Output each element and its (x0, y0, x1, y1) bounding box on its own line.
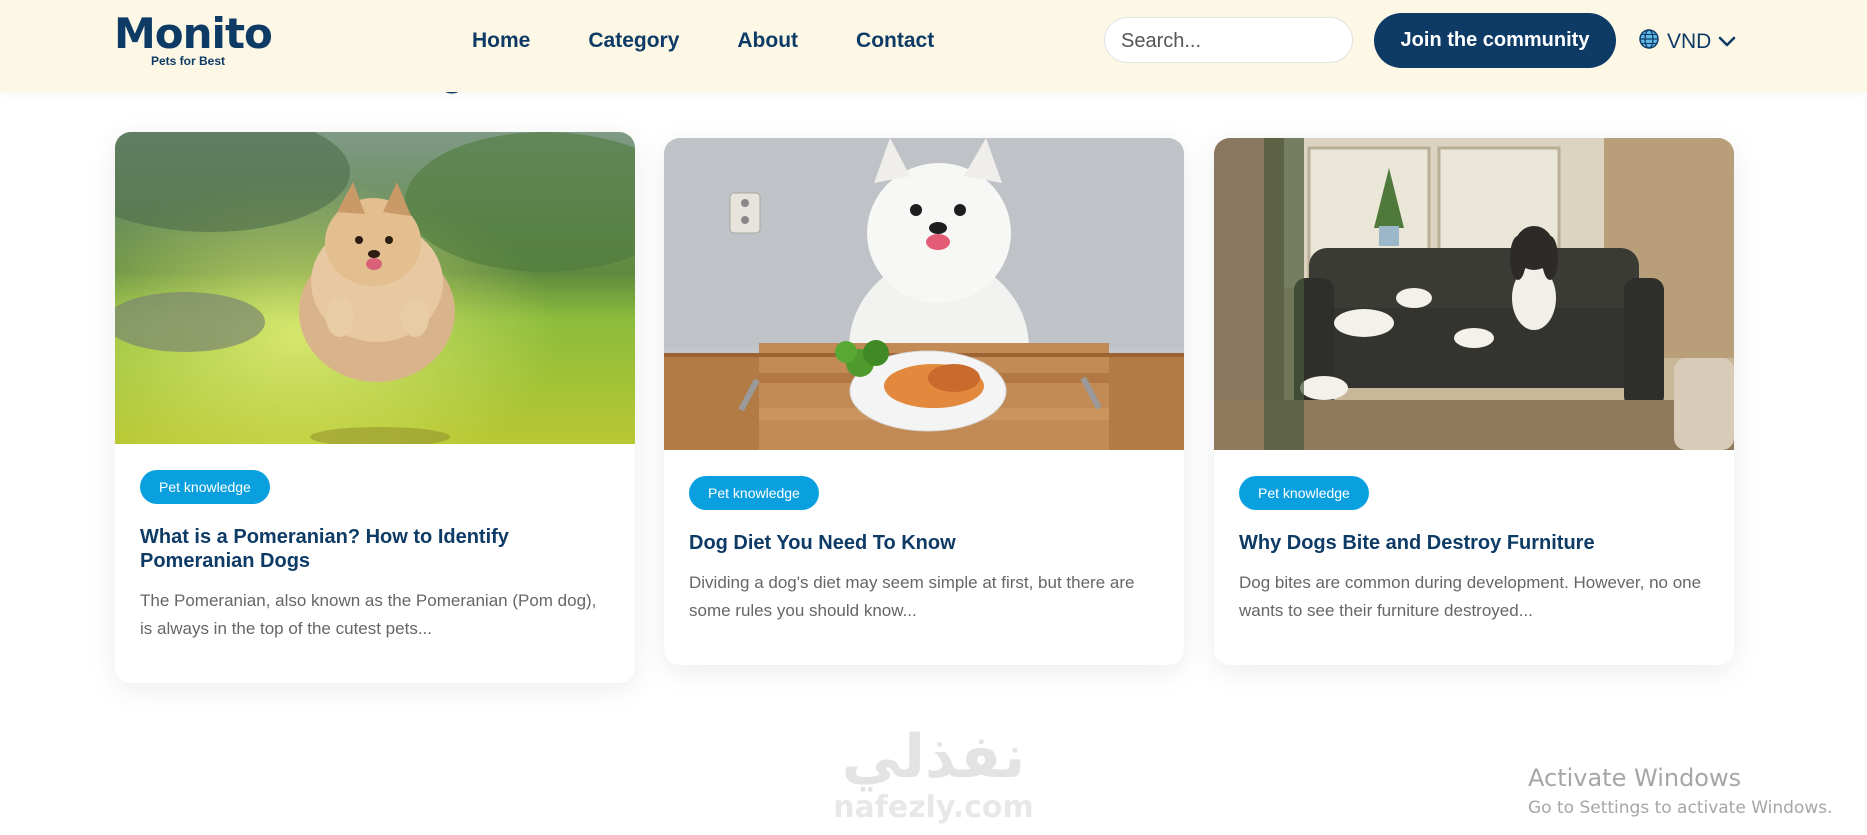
nav-home[interactable]: Home (472, 28, 530, 54)
article-tag[interactable]: Pet knowledge (1239, 476, 1369, 510)
search-box (1104, 17, 1353, 64)
chevron-down-icon (1718, 30, 1736, 54)
article-title[interactable]: What is a Pomeranian? How to Identify Po… (140, 525, 610, 573)
logo-wordmark: Monito (114, 9, 273, 58)
logo-tagline: Pets for Best (151, 54, 226, 68)
article-card[interactable]: Pet knowledge Why Dogs Bite and Destroy … (1214, 138, 1734, 665)
nav-contact[interactable]: Contact (856, 28, 934, 54)
main-nav: Home Category About Contact (472, 28, 934, 54)
activate-windows-subtitle: Go to Settings to activate Windows. (1528, 798, 1833, 818)
article-image-pomeranian (115, 132, 635, 444)
currency-label: VND (1667, 30, 1712, 53)
article-card[interactable]: Pet knowledge Dog Diet You Need To Know … (664, 138, 1184, 665)
nav-category[interactable]: Category (588, 28, 679, 54)
search-input[interactable] (1105, 18, 1333, 64)
site-header: Monito Pets for Best Home Category About… (0, 0, 1867, 92)
article-card[interactable]: Pet knowledge What is a Pomeranian? How … (115, 132, 635, 683)
watermark-arabic: نفذلي (841, 722, 1026, 792)
article-excerpt: Dividing a dog's diet may seem simple at… (689, 573, 1135, 620)
article-tag[interactable]: Pet knowledge (140, 470, 270, 504)
watermark-latin: nafezly.com (833, 790, 1034, 825)
logo[interactable]: Monito Pets for Best (114, 9, 273, 69)
article-title[interactable]: Why Dogs Bite and Destroy Furniture (1239, 531, 1709, 555)
join-community-button[interactable]: Join the community (1374, 13, 1616, 68)
article-title[interactable]: Dog Diet You Need To Know (689, 531, 1159, 555)
article-excerpt: The Pomeranian, also known as the Pomera… (140, 591, 597, 638)
globe-icon (1638, 28, 1660, 56)
nav-about[interactable]: About (737, 28, 798, 54)
activate-windows-title: Activate Windows (1528, 764, 1742, 792)
site-watermark: نفذلي nafezly.com (826, 722, 1041, 824)
article-image-dog-furniture (1214, 138, 1734, 450)
article-excerpt: Dog bites are common during development.… (1239, 573, 1702, 620)
currency-selector[interactable]: VND (1638, 28, 1736, 56)
article-image-dog-diet (664, 138, 1184, 450)
article-tag[interactable]: Pet knowledge (689, 476, 819, 510)
activate-windows-notice: Activate Windows Go to Settings to activ… (1528, 763, 1833, 821)
